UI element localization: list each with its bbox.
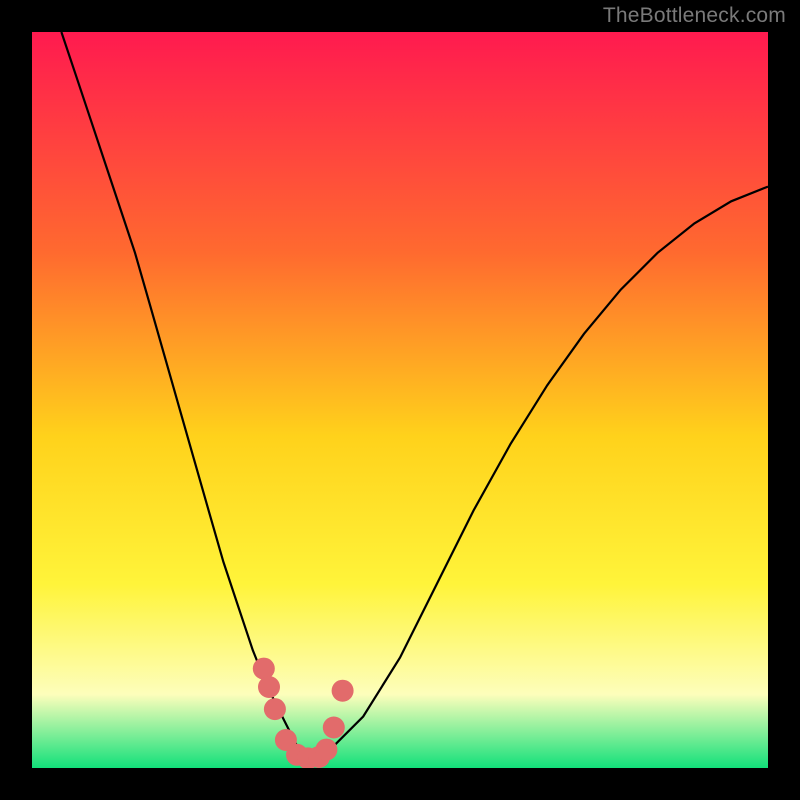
bottleneck-chart: [32, 32, 768, 768]
marker-point: [264, 698, 286, 720]
marker-point: [315, 739, 337, 761]
marker-point: [258, 676, 280, 698]
watermark-text: TheBottleneck.com: [603, 4, 786, 28]
chart-plot-area: [32, 32, 768, 768]
marker-point: [323, 717, 345, 739]
marker-point: [332, 680, 354, 702]
